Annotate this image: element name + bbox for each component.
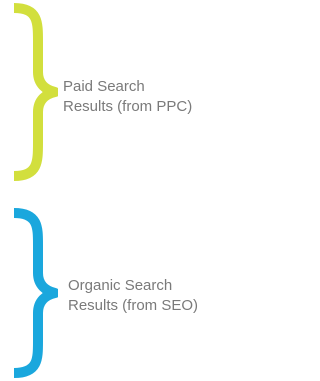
paid-results-brace <box>13 3 58 181</box>
organic-results-brace <box>13 208 58 378</box>
paid-results-brace-shape <box>13 3 58 181</box>
paid-search-label-line1: Paid Search <box>63 78 145 95</box>
organic-results-brace-shape <box>13 208 58 378</box>
organic-search-label: Organic Search Results (from SEO) <box>68 276 198 316</box>
paid-search-label: Paid Search Results (from PPC) <box>63 77 192 117</box>
organic-search-label-line2: Results (from SEO) <box>68 297 199 314</box>
paid-search-label-line2: Results (from PPC) <box>63 98 193 115</box>
organic-search-label-line1: Organic Search <box>68 277 173 294</box>
